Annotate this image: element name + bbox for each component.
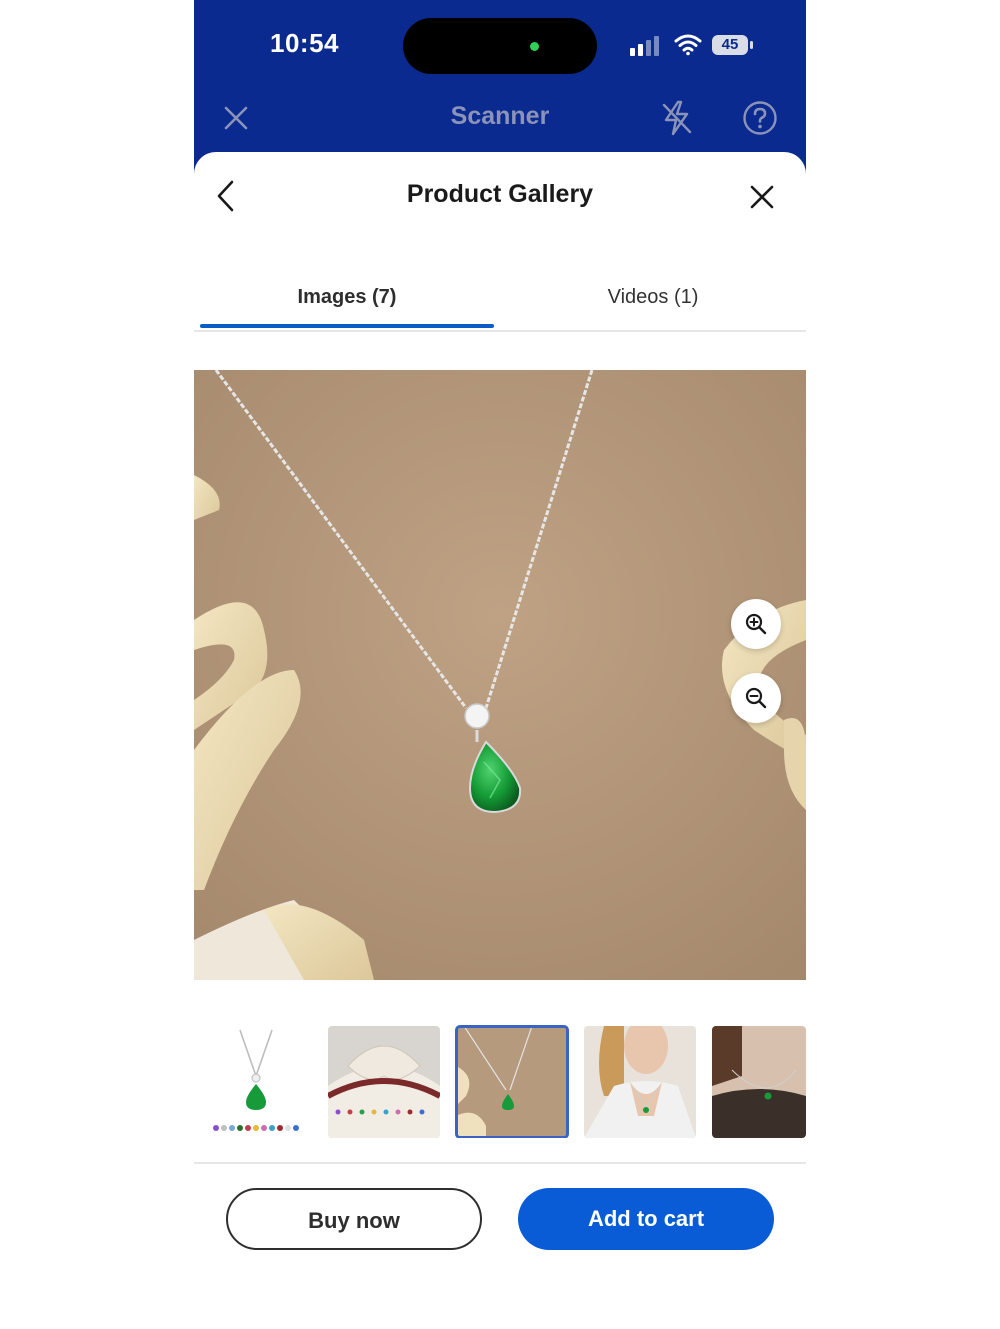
scanner-title: Scanner [450,102,550,130]
tab-videos[interactable]: Videos (1) [500,286,806,309]
gallery-tabs: Images (7) Videos (1) [194,272,806,332]
battery-level: 45 [712,35,748,55]
zoom-out-icon [745,687,767,709]
thumbnail-strip [194,1024,806,1138]
wifi-icon [674,34,702,56]
signal-icon [630,36,659,56]
divider [194,1162,806,1164]
help-icon[interactable] [742,100,778,136]
tab-images[interactable]: Images (7) [200,286,494,309]
thumbnail-2[interactable] [328,1026,440,1138]
battery-icon: 45 [712,35,754,57]
zoom-in-button[interactable] [731,599,781,649]
thumbnail-4[interactable] [584,1026,696,1138]
necklace-photo [194,370,806,980]
thumbnail-3[interactable] [455,1025,569,1138]
status-icons: 45 [630,30,770,60]
thumbnail-5[interactable] [712,1026,806,1138]
status-time: 10:54 [270,28,339,58]
flash-off-icon[interactable] [660,99,694,137]
page-title: Product Gallery [406,180,594,208]
zoom-in-icon [745,613,767,635]
product-gallery-sheet: Product Gallery Images (7) Videos (1) Bu… [194,152,806,1329]
close-icon[interactable] [748,183,776,211]
thumbnail-1[interactable] [200,1026,312,1138]
scanner-header: 10:54 45 Scanner [194,0,806,175]
buy-now-button[interactable]: Buy now [226,1188,482,1250]
tab-indicator [200,324,494,328]
add-to-cart-button[interactable]: Add to cart [518,1188,774,1250]
app-screen: 10:54 45 Scanner Product Gallery Images … [194,0,806,1329]
camera-indicator [530,42,539,51]
dynamic-island [403,18,597,74]
zoom-out-button[interactable] [731,673,781,723]
main-product-image[interactable] [194,370,806,980]
